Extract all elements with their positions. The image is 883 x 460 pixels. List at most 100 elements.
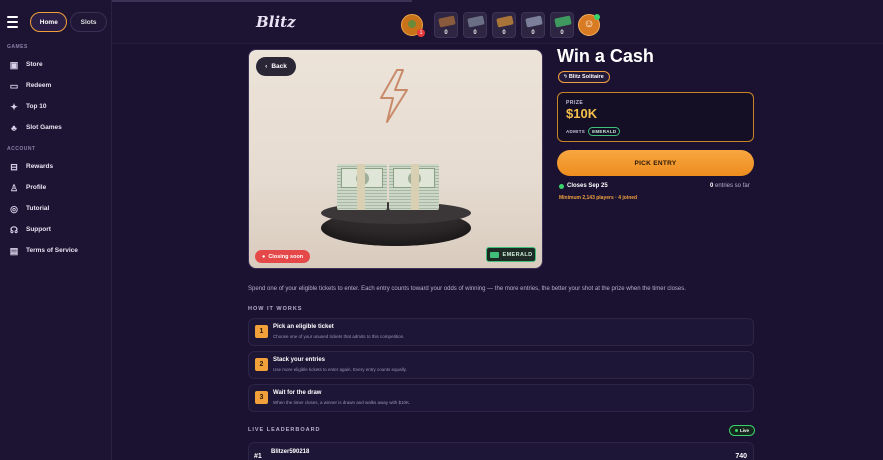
sidebar-item-redeem[interactable]: ▭ Redeem: [0, 75, 111, 96]
menu-icon[interactable]: [7, 13, 24, 31]
admits-tier-chip: EMERALD: [588, 127, 621, 136]
ticket-slot[interactable]: 0: [550, 12, 574, 38]
prize-value: $10K: [566, 106, 598, 121]
minimum-players: Minimum 2,143 players · 4 joined: [559, 195, 638, 201]
ticket-slot[interactable]: 0: [434, 12, 458, 38]
how-it-works-heading: HOW IT WORKS: [248, 306, 303, 312]
step-subtitle: Use more eligible tickets to enter again…: [273, 367, 407, 372]
redeem-icon: ▭: [9, 80, 19, 91]
lightning-icon: ϟ: [564, 74, 567, 80]
sidebar-item-top10[interactable]: ✦ Top 10: [0, 96, 111, 117]
games-section-heading: GAMES: [7, 44, 28, 50]
ticket-count: 0: [531, 30, 535, 36]
status-dot: [559, 183, 564, 189]
sidebar-item-tutorial[interactable]: ◎ Tutorial: [0, 198, 111, 219]
coin-icon: [408, 20, 416, 28]
user-icon: ☺: [583, 18, 595, 30]
sidebar-item-store[interactable]: ▣ Store: [0, 54, 111, 75]
closing-label: Closing soon: [268, 253, 304, 260]
home-tab[interactable]: Home: [30, 12, 68, 32]
pick-entry-button[interactable]: PICK ENTRY: [557, 150, 754, 176]
leaderboard-name: Blitzer590218: [271, 449, 310, 455]
tier-label: EMERALD: [502, 251, 533, 258]
entries-suffix: entries so far: [713, 183, 750, 189]
step-title: Stack your entries: [273, 357, 326, 363]
sidebar-item-terms[interactable]: ▤ Terms of Service: [0, 240, 111, 261]
slot-games-icon: ♣: [11, 122, 17, 133]
lightning-bolt-icon: [380, 69, 408, 123]
sidebar-item-slot-games[interactable]: ♣ Slot Games: [0, 117, 111, 138]
emerald-ticket-icon: [489, 251, 499, 258]
slots-tab[interactable]: Slots: [70, 12, 107, 32]
ticket-icon: [467, 15, 485, 28]
live-badge: Live: [729, 425, 756, 436]
ticket-count: 0: [560, 30, 564, 36]
top10-icon: ✦: [10, 101, 18, 112]
sidebar-item-label: Profile: [26, 184, 47, 191]
ticket-count: 0: [502, 30, 506, 36]
step-card: 2 Stack your entries Use more eligible t…: [248, 351, 754, 379]
avatar[interactable]: ☺: [578, 14, 600, 36]
top-progress-line: [112, 0, 412, 2]
ticket-icon: [438, 15, 456, 28]
top-bar: Blitz 1 0 0 0 0 0 ☺: [112, 0, 883, 44]
sidebar-item-rewards[interactable]: ⊟ Rewards: [0, 156, 111, 177]
leaderboard-row[interactable]: #1 Blitzer590218 740: [248, 442, 754, 460]
sidebar-item-label: Redeem: [26, 82, 52, 89]
leaderboard-score: 740: [735, 453, 747, 460]
closing-soon-badge: ● Closing soon: [255, 250, 311, 263]
step-subtitle: Choose one of your unused tickets that a…: [273, 334, 405, 339]
sidebar-item-label: Rewards: [26, 163, 54, 170]
page-title: Win a Cash: [557, 46, 654, 66]
game-chip-label: Blitz Solitaire: [568, 74, 604, 80]
step-card: 3 Wait for the draw When the timer close…: [248, 384, 754, 412]
account-section-heading: ACCOUNT: [7, 146, 36, 152]
step-number: 2: [255, 358, 268, 371]
step-card: 1 Pick an eligible ticket Choose one of …: [248, 318, 754, 346]
store-icon: ▣: [9, 59, 19, 70]
terms-icon: ▤: [9, 245, 19, 256]
sidebar-item-support[interactable]: ☊ Support: [0, 219, 111, 240]
step-title: Wait for the draw: [273, 390, 322, 396]
leaderboard-rank: #1: [254, 453, 262, 460]
app-root: Home Slots GAMES ▣ Store ▭ Redeem ✦ Top …: [0, 0, 883, 460]
hero-image: ‹ Back ● Closing soon EMERALD: [248, 49, 543, 269]
cash-stack: [389, 164, 439, 210]
ticket-slot[interactable]: 0: [463, 12, 487, 38]
sidebar-item-profile[interactable]: ♙ Profile: [0, 177, 111, 198]
ticket-slot[interactable]: 0: [492, 12, 516, 38]
ticket-icon: [496, 15, 514, 28]
coin-balance-button[interactable]: 1: [401, 14, 425, 37]
main-content: ‹ Back ● Closing soon EMERALD Win a Cash: [112, 44, 883, 460]
sidebar-item-label: Tutorial: [26, 205, 50, 212]
sidebar-item-label: Store: [26, 61, 43, 68]
tutorial-icon: ◎: [10, 203, 18, 214]
cash-stacks: [337, 164, 439, 210]
prize-card: PRIZE $10K ADMITS EMERALD: [557, 92, 754, 142]
blitz-logo[interactable]: Blitz: [256, 13, 296, 31]
ticket-icon: [554, 15, 572, 28]
support-icon: ☊: [10, 224, 18, 235]
chevron-left-icon: ‹: [265, 63, 268, 70]
ticket-slot[interactable]: 0: [521, 12, 545, 38]
online-indicator: [594, 14, 600, 20]
admits-label: ADMITS: [566, 129, 586, 134]
ticket-count: 0: [444, 30, 448, 36]
notification-badge: 1: [417, 29, 425, 37]
step-subtitle: When the timer closes, a winner is drawn…: [273, 400, 411, 405]
ticket-count: 0: [473, 30, 477, 36]
game-chip[interactable]: ϟ Blitz Solitaire: [558, 71, 610, 83]
closes-label: Closes Sep 25: [567, 183, 608, 189]
description: Spend one of your eligible tickets to en…: [248, 286, 686, 292]
live-label: Live: [740, 428, 750, 433]
rewards-icon: ⊟: [10, 161, 18, 172]
sidebar-item-label: Support: [26, 226, 51, 233]
back-label: Back: [271, 63, 287, 70]
sidebar: Home Slots GAMES ▣ Store ▭ Redeem ✦ Top …: [0, 0, 112, 460]
ticket-icon: [525, 15, 543, 28]
admits-row: ADMITS EMERALD: [566, 127, 621, 136]
live-dot: [735, 429, 738, 432]
step-number: 3: [255, 391, 268, 404]
sidebar-header: Home Slots: [0, 0, 111, 44]
back-button[interactable]: ‹ Back: [256, 57, 296, 76]
